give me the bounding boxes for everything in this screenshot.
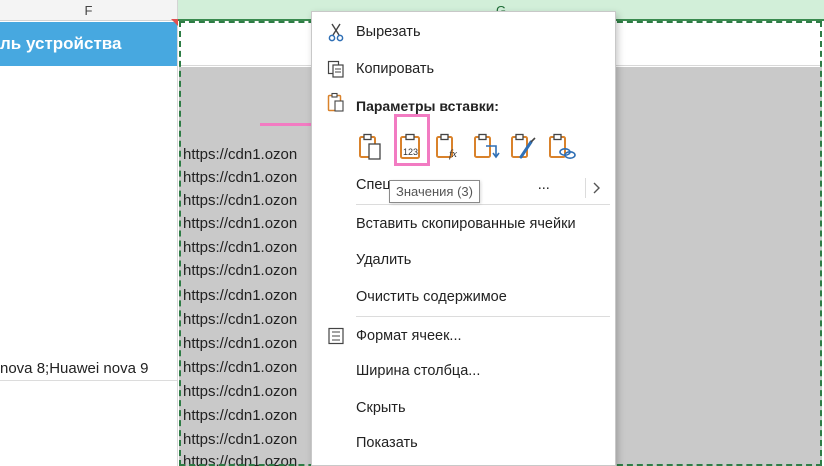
header-cell-device-model[interactable]: ль устройства <box>0 22 177 66</box>
menu-item-cut[interactable]: Вырезать <box>312 16 615 48</box>
menu-item-hide[interactable]: Скрыть <box>312 392 615 424</box>
menu-label-copy: Копировать <box>356 61 435 77</box>
link-cell[interactable]: https://cdn1.ozon <box>183 236 297 260</box>
link-cell[interactable]: https://cdn1.ozon <box>183 189 297 213</box>
link-cell[interactable]: https://cdn1.ozon <box>183 212 297 236</box>
paste-link-icon[interactable] <box>547 132 577 162</box>
paste-values-highlight <box>394 114 430 166</box>
menu-label-cut: Вырезать <box>356 24 421 40</box>
menu-label-show: Показать <box>356 435 418 451</box>
paste-options-title: Параметры вставки: <box>356 98 499 114</box>
menu-label-format-cells: Формат ячеек... <box>356 328 462 344</box>
paste-formatting-icon[interactable] <box>509 132 539 162</box>
column-f-cells[interactable] <box>0 67 177 466</box>
menu-item-copy[interactable]: Копировать <box>312 53 615 85</box>
scissors-icon <box>326 22 346 42</box>
format-cells-icon <box>326 326 346 346</box>
menu-label-column-width: Ширина столбца... <box>356 363 481 379</box>
chevron-right-icon[interactable] <box>592 178 602 203</box>
menu-separator <box>356 316 610 317</box>
context-menu: Вырезать Копировать Параметры вставки: 1… <box>311 11 616 466</box>
menu-item-show[interactable]: Показать <box>312 427 615 459</box>
link-cell[interactable]: https://cdn1.ozon <box>183 356 297 380</box>
link-cell[interactable]: https://cdn1.ozon <box>183 380 297 404</box>
link-cell[interactable]: https://cdn1.ozon <box>183 450 297 466</box>
paste-transpose-icon[interactable] <box>472 132 502 162</box>
comment-indicator <box>171 19 178 26</box>
link-cell[interactable]: https://cdn1.ozon <box>183 284 297 308</box>
paste-values-tooltip: Значения (3) <box>389 180 480 203</box>
paste-special-tail: ... <box>537 177 550 193</box>
link-cell[interactable]: https://cdn1.ozon <box>183 143 297 167</box>
link-cell[interactable]: https://cdn1.ozon <box>183 428 297 452</box>
menu-label-hide: Скрыть <box>356 400 406 416</box>
link-cell[interactable]: https://cdn1.ozon <box>183 308 297 332</box>
menu-label-insert-copied: Вставить скопированные ячейки <box>356 216 576 232</box>
paste-formulas-icon[interactable]: fx <box>434 132 464 162</box>
paste-formulas-badge: fx <box>449 148 457 160</box>
menu-item-format-cells[interactable]: Формат ячеек... <box>312 320 615 352</box>
menu-item-column-width[interactable]: Ширина столбца... <box>312 355 615 387</box>
menu-item-delete[interactable]: Удалить <box>312 244 615 276</box>
menu-item-clear-contents[interactable]: Очистить содержимое <box>312 281 615 313</box>
column-divider <box>177 21 178 466</box>
paste-special-visible-text: Спец <box>356 177 391 193</box>
link-cell[interactable]: https://cdn1.ozon <box>183 166 297 190</box>
menu-item-insert-copied-cells[interactable]: Вставить скопированные ячейки <box>312 208 615 240</box>
paste-icon[interactable] <box>356 132 386 162</box>
copy-icon <box>326 59 346 79</box>
link-cell[interactable]: https://cdn1.ozon <box>183 404 297 428</box>
menu-separator <box>356 204 610 205</box>
link-cell[interactable]: https://cdn1.ozon <box>183 259 297 283</box>
cell-f-device-list[interactable]: nova 8;Huawei nova 9 <box>0 357 148 381</box>
menu-label-delete: Удалить <box>356 252 412 268</box>
link-cell[interactable]: https://cdn1.ozon <box>183 332 297 356</box>
menu-label-clear-contents: Очистить содержимое <box>356 289 507 305</box>
submenu-separator <box>585 178 586 198</box>
clipboard-icon <box>326 92 346 112</box>
column-header-f[interactable]: F <box>0 0 178 21</box>
